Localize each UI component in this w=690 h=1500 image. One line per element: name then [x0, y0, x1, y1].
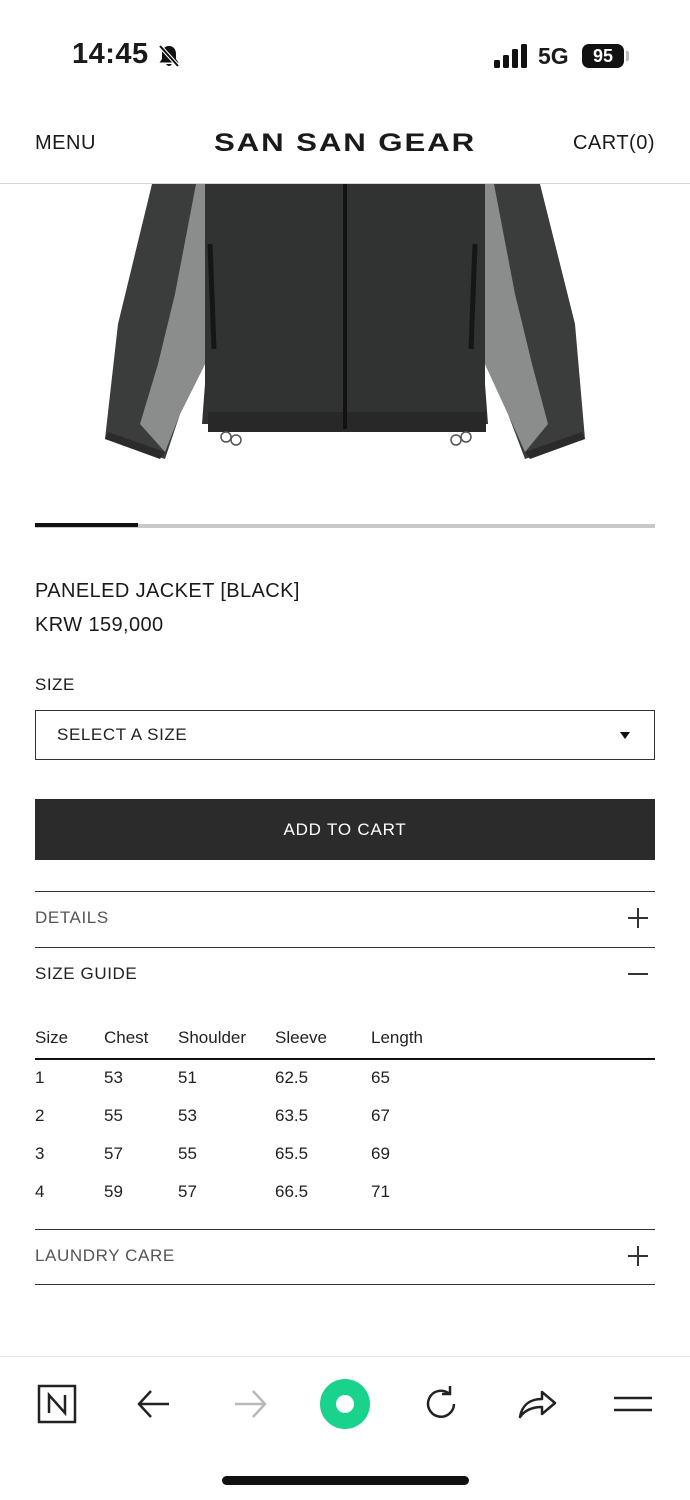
table-cell: 1: [35, 1068, 45, 1087]
table-cell: 65: [371, 1068, 390, 1087]
product-title: PANELED JACKET [BLACK]: [35, 580, 300, 602]
table-header: Sleeve: [275, 1028, 327, 1047]
product-price: KRW 159,000: [35, 614, 164, 636]
size-label: SIZE: [35, 675, 75, 694]
network-type: 5G: [538, 43, 569, 69]
forward-arrow-icon[interactable]: [225, 1379, 275, 1429]
image-carousel-indicator[interactable]: [35, 523, 655, 528]
size-guide-table: Size Chest Shoulder Sleeve Length 1 53 5…: [35, 1020, 655, 1212]
table-header: Shoulder: [178, 1028, 247, 1047]
menu-lines-icon[interactable]: [608, 1379, 658, 1429]
table-cell: 51: [178, 1068, 197, 1087]
battery-cap: [626, 51, 629, 61]
table-cell: 71: [371, 1182, 390, 1201]
table-cell: 3: [35, 1144, 45, 1163]
size-guide-label: SIZE GUIDE: [35, 964, 138, 983]
table-cell: 4: [35, 1182, 45, 1201]
cart-button[interactable]: CART(0): [573, 132, 655, 155]
table-cell: 69: [371, 1144, 390, 1163]
add-to-cart-button[interactable]: ADD TO CART: [35, 799, 655, 860]
table-cell: 57: [178, 1182, 197, 1201]
carousel-active-segment: [35, 523, 138, 527]
status-bar: 14:45 5G 95: [0, 0, 690, 100]
table-cell: 55: [178, 1144, 197, 1163]
share-icon[interactable]: [512, 1379, 562, 1429]
minus-icon[interactable]: [628, 973, 648, 975]
dropdown-caret-icon: [620, 732, 630, 739]
back-arrow-icon[interactable]: [129, 1379, 179, 1429]
plus-icon[interactable]: [628, 908, 648, 928]
size-select-value: SELECT A SIZE: [57, 725, 188, 744]
table-cell: 59: [104, 1182, 123, 1201]
reload-icon[interactable]: [416, 1379, 466, 1429]
cell-signal-icon: [494, 44, 527, 68]
size-guide-accordion[interactable]: SIZE GUIDE: [35, 947, 655, 1003]
table-cell: 2: [35, 1106, 45, 1125]
table-header: Chest: [104, 1028, 149, 1047]
table-header: Length: [371, 1028, 423, 1047]
battery-indicator: 95: [582, 44, 624, 68]
table-header: Size: [35, 1028, 69, 1047]
table-cell: 66.5: [275, 1182, 309, 1201]
table-row: 3 57 55 65.5 69: [35, 1136, 655, 1174]
plus-icon[interactable]: [628, 1246, 648, 1266]
laundry-care-accordion[interactable]: LAUNDRY CARE: [35, 1229, 655, 1285]
jacket-illustration: [105, 184, 585, 459]
table-cell: 55: [104, 1106, 123, 1125]
table-cell: 65.5: [275, 1144, 309, 1163]
product-image[interactable]: [0, 184, 690, 514]
table-cell: 57: [104, 1144, 123, 1163]
green-dot-icon[interactable]: [320, 1379, 370, 1429]
site-header: MENU SAN SAN GEAR CART(0): [0, 118, 690, 184]
bell-muted-icon: [158, 44, 180, 68]
status-time: 14:45: [72, 38, 149, 70]
laundry-care-label: LAUNDRY CARE: [35, 1246, 175, 1265]
table-cell: 53: [178, 1106, 197, 1125]
table-cell: 53: [104, 1068, 123, 1087]
table-row: 1 53 51 62.5 65: [35, 1060, 655, 1098]
home-indicator[interactable]: [222, 1476, 469, 1485]
table-cell: 67: [371, 1106, 390, 1125]
naver-icon[interactable]: [32, 1379, 82, 1429]
size-select[interactable]: SELECT A SIZE: [35, 710, 655, 760]
table-row: 4 59 57 66.5 71: [35, 1174, 655, 1212]
table-header-row: Size Chest Shoulder Sleeve Length: [35, 1020, 655, 1060]
table-cell: 62.5: [275, 1068, 309, 1087]
details-accordion[interactable]: DETAILS: [35, 891, 655, 947]
table-row: 2 55 53 63.5 67: [35, 1098, 655, 1136]
details-label: DETAILS: [35, 908, 109, 927]
table-cell: 63.5: [275, 1106, 309, 1125]
